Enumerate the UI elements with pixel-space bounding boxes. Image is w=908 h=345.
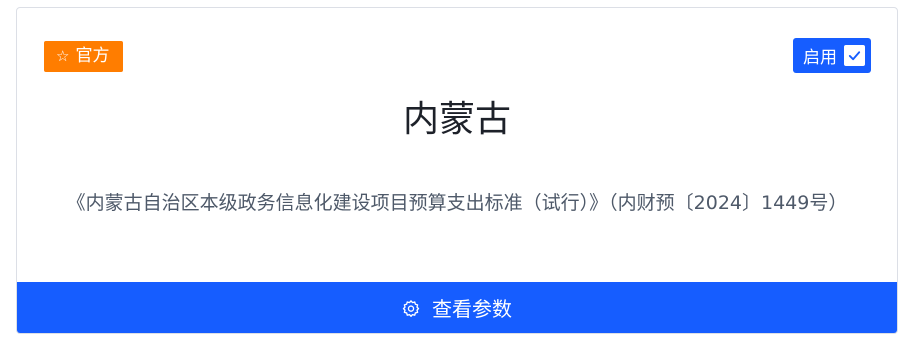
settings-icon	[402, 299, 420, 317]
official-badge-label: 官方	[75, 46, 110, 66]
check-icon	[848, 51, 861, 61]
official-badge: ☆ 官方	[44, 41, 124, 72]
enable-toggle[interactable]: 启用	[793, 38, 871, 73]
view-params-button[interactable]: 查看参数	[17, 282, 897, 333]
view-params-label: 查看参数	[432, 297, 512, 321]
card-title: 内蒙古	[402, 99, 511, 140]
star-outline-icon: ☆	[56, 47, 70, 65]
enable-toggle-label: 启用	[803, 48, 837, 68]
enable-checkbox[interactable]	[844, 45, 865, 66]
card-description: 《内蒙古自治区本级政务信息化建设项目预算支出标准（试行）》（内财预〔2024〕1…	[66, 192, 848, 214]
standard-card: ☆ 官方 启用 内蒙古 《内蒙古自治区本级政务信息化建设项目预算支出标准（试行）…	[16, 7, 898, 334]
